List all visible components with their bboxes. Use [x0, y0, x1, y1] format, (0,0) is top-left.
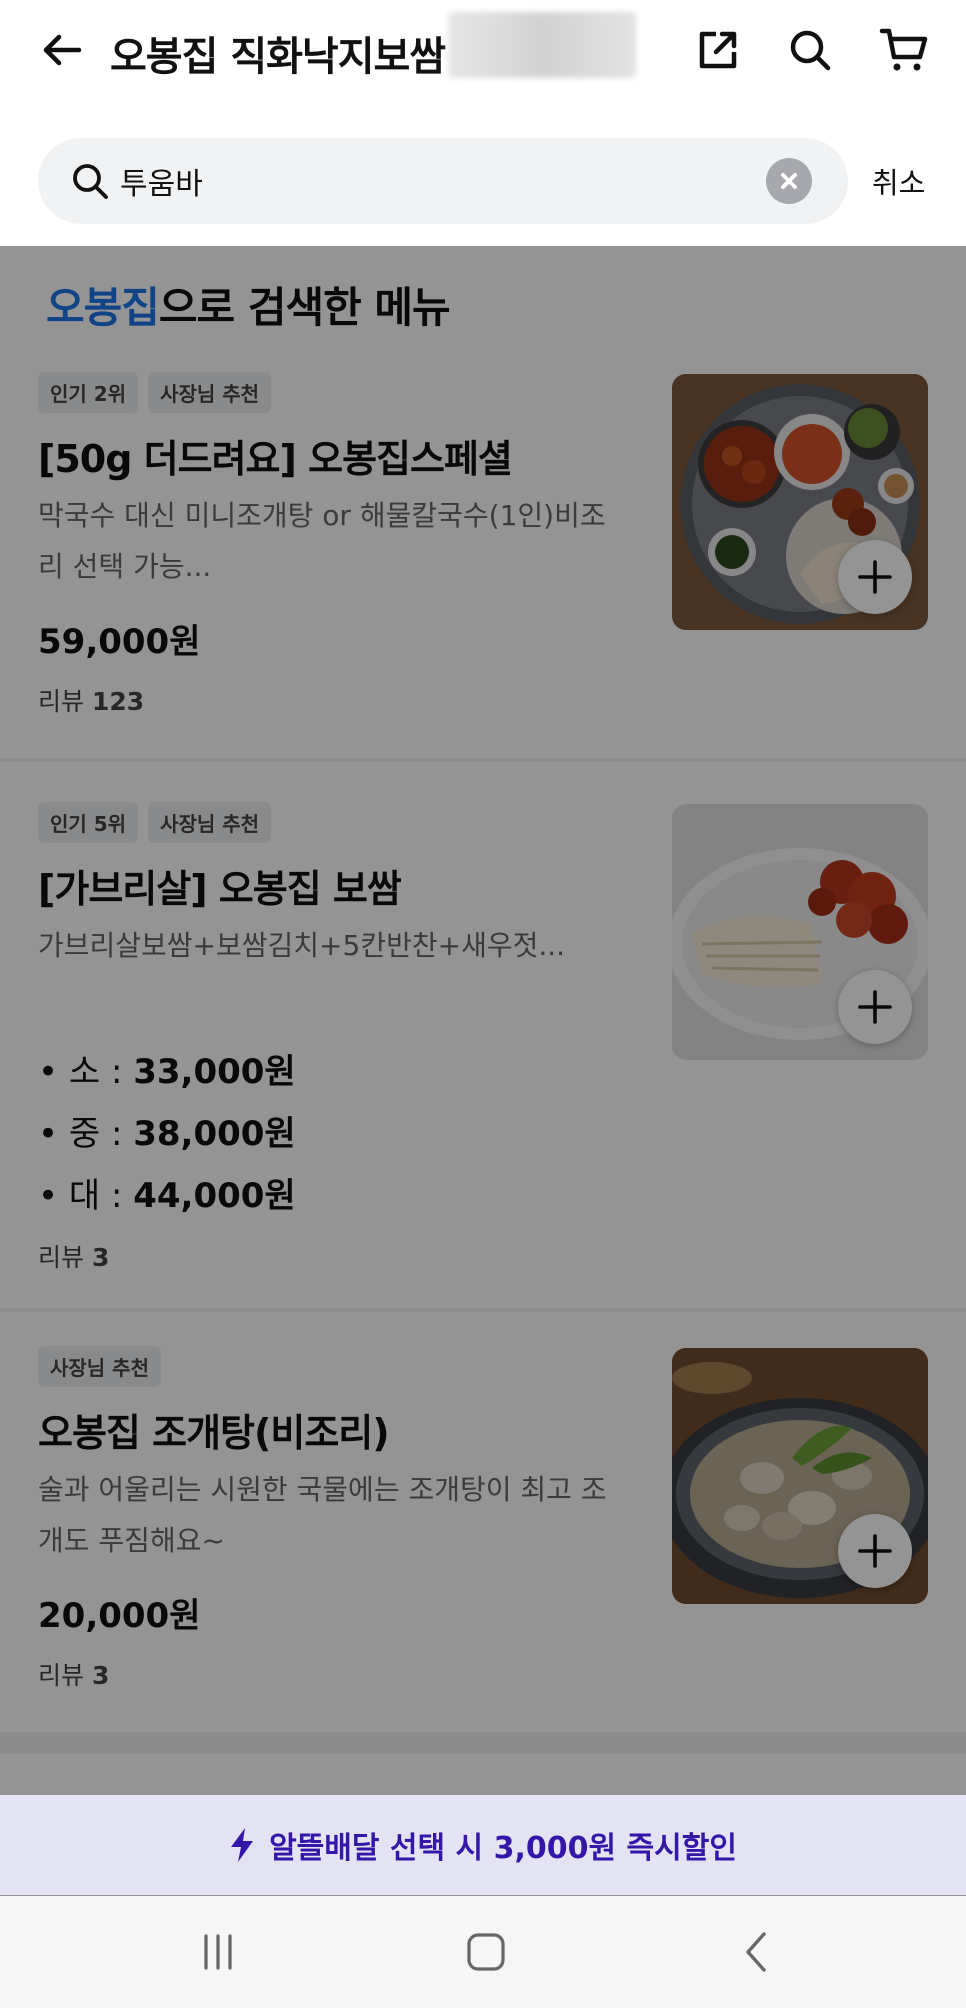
back-chevron-icon	[746, 1932, 766, 1972]
back-button[interactable]	[34, 22, 90, 78]
share-button[interactable]	[690, 22, 746, 78]
search-results: 오봉집으로 검색한 메뉴 인기 2위 사장님 추천 [50g 더드려요] 오봉집…	[0, 246, 966, 1896]
home-button[interactable]	[456, 1924, 516, 1980]
recommend-badge: 사장님 추천	[148, 802, 272, 843]
system-nav-bar	[0, 1896, 966, 2008]
menu-item[interactable]: 인기 2위 사장님 추천 [50g 더드려요] 오봉집스페셜 막국수 대신 미니…	[0, 356, 966, 762]
review-count: 리뷰 3	[38, 1661, 110, 1690]
plus-icon	[858, 990, 892, 1024]
system-back-button[interactable]	[728, 1924, 788, 1980]
badge-row: 사장님 추천	[38, 1346, 161, 1387]
size-option: • 소 : 33,000원	[38, 1052, 296, 1092]
menu-description: 가브리살보쌈+보쌈김치+5칸반찬+새우젓...	[38, 929, 566, 962]
arrow-left-icon	[43, 34, 82, 66]
search-input[interactable]	[120, 156, 720, 206]
cart-icon	[879, 28, 928, 71]
blurred-title-suffix	[448, 12, 636, 78]
clear-search-button[interactable]	[766, 158, 812, 204]
add-to-cart-button[interactable]	[838, 1514, 912, 1588]
search-button[interactable]	[782, 22, 838, 78]
top-app-bar: 오봉집 직화낙지보쌈	[0, 0, 966, 100]
close-icon	[781, 173, 797, 189]
size-option: • 중 : 38,000원	[38, 1114, 296, 1154]
search-icon	[73, 164, 108, 199]
rank-badge: 인기 5위	[38, 802, 139, 843]
recommend-badge: 사장님 추천	[148, 372, 272, 413]
review-count: 리뷰 3	[38, 1243, 110, 1272]
add-to-cart-button[interactable]	[838, 540, 912, 614]
menu-price: 20,000원	[38, 1596, 201, 1636]
promo-text: 알뜰배달 선택 시 3,000원 즉시할인	[269, 1831, 737, 1866]
size-option: • 대 : 44,000원	[38, 1176, 296, 1216]
store-title: 오봉집 직화낙지보쌈	[110, 34, 446, 80]
rank-badge: 인기 2위	[38, 372, 139, 413]
section-title: 오봉집으로 검색한 메뉴	[46, 283, 451, 332]
plus-icon	[858, 560, 892, 594]
promo-banner[interactable]: 알뜰배달 선택 시 3,000원 즉시할인	[0, 1795, 966, 1895]
menu-thumbnail[interactable]	[672, 804, 928, 1060]
lightning-icon	[231, 1828, 254, 1862]
review-count: 리뷰 123	[38, 687, 145, 716]
menu-thumbnail[interactable]	[672, 374, 928, 630]
menu-description: 술과 어울리는 시원한 국물에는 조개탕이 최고 조개도 푸짐해요~	[38, 1473, 607, 1557]
recent-apps-icon	[204, 1934, 232, 1970]
search-icon	[790, 30, 831, 71]
plus-icon	[858, 1534, 892, 1568]
badge-row: 인기 2위 사장님 추천	[38, 372, 272, 413]
add-to-cart-button[interactable]	[838, 970, 912, 1044]
menu-price: 59,000원	[38, 622, 201, 662]
menu-name: 오봉집 조개탕(비조리)	[38, 1411, 390, 1455]
section-divider	[0, 1732, 966, 1754]
menu-name: [50g 더드려요] 오봉집스페셜	[38, 437, 513, 481]
menu-item[interactable]: 인기 5위 사장님 추천 [가브리살] 오봉집 보쌈 가브리살보쌈+보쌈김치+5…	[0, 762, 966, 1312]
menu-description: 막국수 대신 미니조개탕 or 해물칼국수(1인)비조리 선택 가능...	[38, 499, 606, 583]
home-icon	[467, 1933, 505, 1971]
cancel-button[interactable]: 취소	[872, 160, 925, 202]
cart-button[interactable]	[876, 22, 932, 78]
recommend-badge: 사장님 추천	[38, 1346, 161, 1387]
share-icon	[699, 31, 737, 69]
menu-item[interactable]: 사장님 추천 오봉집 조개탕(비조리) 술과 어울리는 시원한 국물에는 조개탕…	[0, 1312, 966, 1732]
badge-row: 인기 5위 사장님 추천	[38, 802, 272, 843]
menu-thumbnail[interactable]	[672, 1348, 928, 1604]
recent-apps-button[interactable]	[188, 1924, 248, 1980]
menu-name: [가브리살] 오봉집 보쌈	[38, 867, 402, 911]
search-field	[38, 138, 848, 224]
